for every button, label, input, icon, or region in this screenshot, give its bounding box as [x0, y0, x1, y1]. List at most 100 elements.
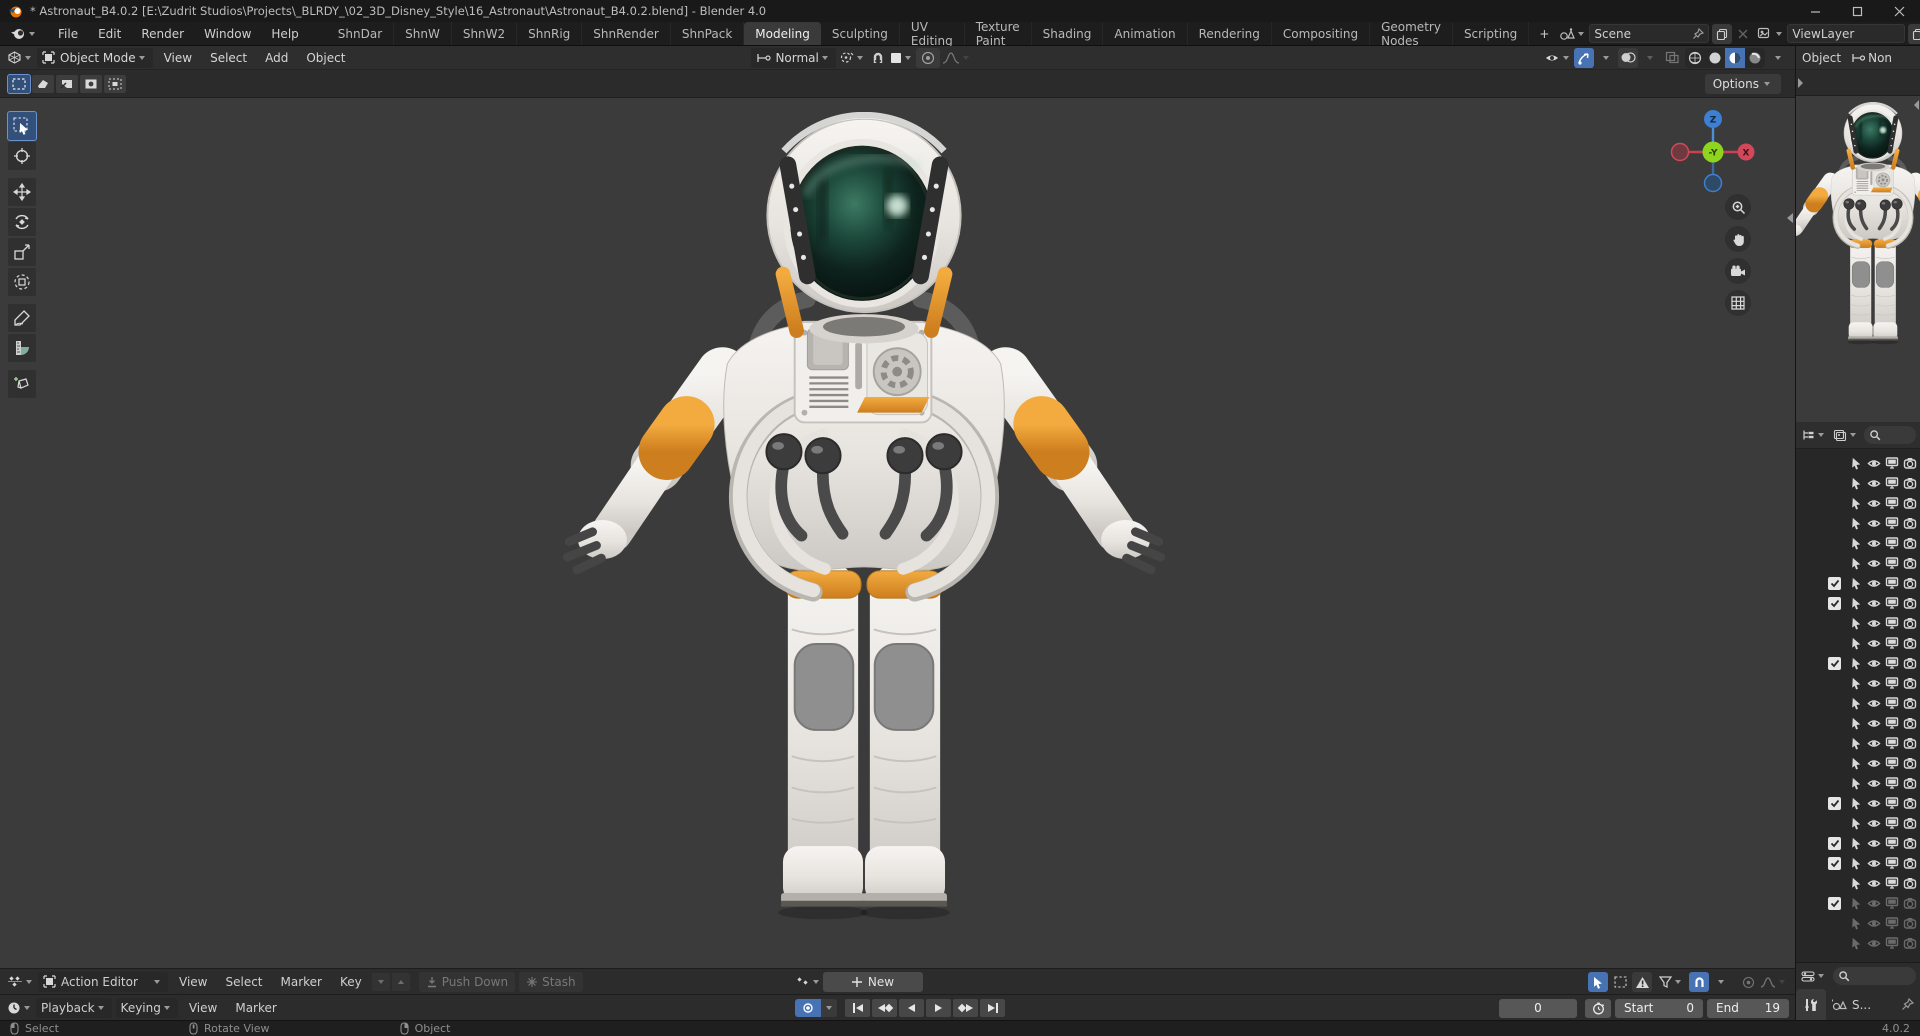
viewport-menu[interactable]: Object	[297, 51, 354, 65]
play-button[interactable]	[926, 999, 951, 1017]
workspace-tab[interactable]: Sculpting	[821, 22, 900, 45]
viewport-disable-toggle[interactable]	[1885, 576, 1899, 590]
hide-eye-toggle[interactable]	[1867, 596, 1881, 610]
viewport-disable-toggle[interactable]	[1885, 656, 1899, 670]
dope-editor-type-button[interactable]	[7, 972, 35, 992]
outliner-row[interactable]	[1796, 933, 1920, 953]
selectable-toggle[interactable]	[1849, 636, 1863, 650]
tool-move[interactable]	[8, 178, 36, 206]
viewport-disable-toggle[interactable]	[1885, 736, 1899, 750]
current-frame-field[interactable]: 0	[1499, 999, 1577, 1018]
proportional-falloff-button[interactable]	[942, 48, 972, 68]
scene-crumb-icon[interactable]	[1832, 998, 1847, 1011]
transform-orientation-selector[interactable]: Normal	[751, 48, 835, 68]
orthographic-toggle-button[interactable]	[1725, 290, 1751, 316]
render-disable-toggle[interactable]	[1903, 636, 1917, 650]
exclude-checkbox[interactable]	[1828, 897, 1841, 910]
exclude-checkbox[interactable]	[1828, 577, 1841, 590]
selectable-toggle[interactable]	[1849, 716, 1863, 730]
selectable-toggle[interactable]	[1849, 676, 1863, 690]
workspace-tab[interactable]: Rendering	[1188, 22, 1272, 45]
action-editor-menu[interactable]: Select	[216, 975, 271, 989]
render-disable-toggle[interactable]	[1903, 496, 1917, 510]
hide-eye-toggle[interactable]	[1867, 736, 1881, 750]
hide-eye-toggle[interactable]	[1867, 636, 1881, 650]
select-mode-extend[interactable]	[32, 75, 54, 93]
outliner-row[interactable]	[1796, 873, 1920, 893]
topbar-menu[interactable]: File	[48, 27, 88, 41]
selectable-toggle[interactable]	[1849, 796, 1863, 810]
gizmos-dropdown[interactable]	[1596, 48, 1616, 68]
selectable-toggle[interactable]	[1849, 916, 1863, 930]
selectable-toggle[interactable]	[1849, 776, 1863, 790]
render-disable-toggle[interactable]	[1903, 896, 1917, 910]
hide-eye-toggle[interactable]	[1867, 876, 1881, 890]
render-disable-toggle[interactable]	[1903, 756, 1917, 770]
properties-editor-type-button[interactable]	[1801, 966, 1827, 986]
secondary-orientation-label[interactable]: Non	[1868, 51, 1892, 65]
hide-eye-toggle[interactable]	[1867, 716, 1881, 730]
hide-eye-toggle[interactable]	[1867, 456, 1881, 470]
render-disable-toggle[interactable]	[1903, 716, 1917, 730]
gizmo-minus-z-axis[interactable]	[1705, 175, 1722, 192]
xray-toggle[interactable]	[1662, 48, 1682, 68]
proportional-editing-toggle[interactable]	[916, 48, 940, 68]
shading-wireframe-button[interactable]	[1685, 48, 1705, 68]
tool-scale[interactable]	[8, 238, 36, 266]
outliner-row[interactable]	[1796, 633, 1920, 653]
shading-rendered-button[interactable]	[1745, 48, 1765, 68]
selectable-toggle[interactable]	[1849, 536, 1863, 550]
view-layer-icon[interactable]	[1757, 27, 1773, 41]
overlays-dropdown[interactable]	[1640, 48, 1660, 68]
exclude-checkbox[interactable]	[1828, 857, 1841, 870]
selectable-toggle[interactable]	[1849, 456, 1863, 470]
use-preview-range-toggle[interactable]	[1585, 999, 1611, 1018]
outliner-row[interactable]	[1796, 693, 1920, 713]
selectable-toggle[interactable]	[1849, 836, 1863, 850]
jump-to-start-button[interactable]	[845, 999, 870, 1017]
render-disable-toggle[interactable]	[1903, 676, 1917, 690]
viewport-disable-toggle[interactable]	[1885, 756, 1899, 770]
hide-eye-toggle[interactable]	[1867, 496, 1881, 510]
outliner-row[interactable]	[1796, 773, 1920, 793]
selectable-toggle[interactable]	[1849, 656, 1863, 670]
topbar-menu[interactable]: Help	[261, 27, 308, 41]
workspace-tab[interactable]: Scripting	[1453, 22, 1529, 45]
selectable-toggle[interactable]	[1849, 896, 1863, 910]
dope-box-select-tool[interactable]	[1610, 972, 1630, 992]
unlink-scene-icon[interactable]	[1737, 28, 1749, 40]
tool-annotate[interactable]	[8, 304, 36, 332]
workspace-tab[interactable]: ShnRig	[517, 22, 582, 45]
dope-snap-dropdown[interactable]	[1711, 972, 1731, 992]
viewport-disable-toggle[interactable]	[1885, 896, 1899, 910]
viewport-disable-toggle[interactable]	[1885, 876, 1899, 890]
hide-eye-toggle[interactable]	[1867, 676, 1881, 690]
topbar-menu[interactable]: Render	[131, 27, 194, 41]
pivot-point-button[interactable]	[839, 48, 866, 68]
workspace-tab[interactable]: ShnW	[394, 22, 452, 45]
workspace-tab[interactable]: ShnW2	[452, 22, 517, 45]
viewport-disable-toggle[interactable]	[1885, 496, 1899, 510]
render-disable-toggle[interactable]	[1903, 936, 1917, 950]
next-keyframe-button[interactable]	[953, 999, 978, 1017]
hide-eye-toggle[interactable]	[1867, 936, 1881, 950]
action-up-button[interactable]	[392, 973, 410, 991]
view-layer-selector[interactable]: ViewLayer	[1787, 24, 1905, 43]
action-browse-button[interactable]	[796, 972, 822, 992]
prev-keyframe-button[interactable]	[872, 999, 897, 1017]
hide-eye-toggle[interactable]	[1867, 616, 1881, 630]
tool-transform[interactable]	[8, 268, 36, 296]
selectable-toggle[interactable]	[1849, 856, 1863, 870]
workspace-tab[interactable]: ShnDar	[327, 22, 394, 45]
gizmos-toggle[interactable]	[1574, 48, 1594, 68]
render-disable-toggle[interactable]	[1903, 516, 1917, 530]
viewport-disable-toggle[interactable]	[1885, 856, 1899, 870]
timeline-editor-type-button[interactable]	[7, 998, 33, 1018]
viewport-disable-toggle[interactable]	[1885, 596, 1899, 610]
render-disable-toggle[interactable]	[1903, 556, 1917, 570]
pin-icon[interactable]	[1692, 28, 1704, 40]
workspace-tab[interactable]: Compositing	[1272, 22, 1370, 45]
workspace-tab[interactable]: Shading	[1032, 22, 1104, 45]
mode-selector[interactable]: Object Mode	[37, 48, 153, 68]
workspace-tab[interactable]: ShnRender	[582, 22, 671, 45]
